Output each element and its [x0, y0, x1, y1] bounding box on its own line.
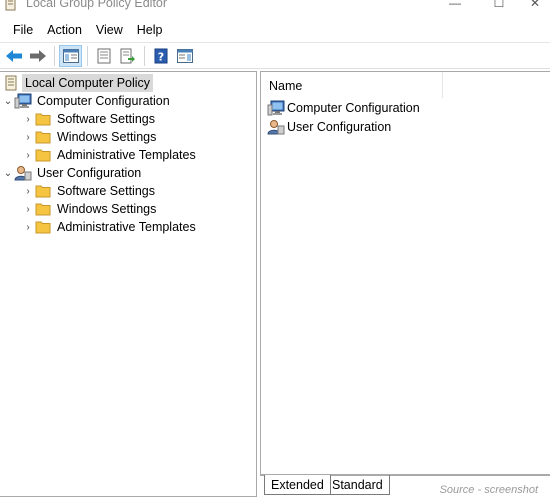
menu-view[interactable]: View: [89, 18, 130, 42]
toolbar-separator: [54, 45, 55, 66]
minimize-button[interactable]: —: [440, 0, 470, 12]
action-pane-button[interactable]: [173, 45, 196, 67]
tree-node-administrative-templates[interactable]: › Administrative Templates: [22, 218, 199, 236]
column-header-label: Name: [269, 79, 303, 93]
properties-icon: [97, 48, 110, 63]
back-icon: [5, 49, 22, 62]
tree-node-label: Software Settings: [57, 112, 155, 126]
export-list-icon: [120, 48, 135, 63]
folder-icon: [34, 129, 52, 145]
tree-node-label: Windows Settings: [57, 202, 157, 216]
user-icon: [14, 165, 32, 181]
tab-extended[interactable]: Extended: [264, 475, 331, 495]
tree-node-label: Computer Configuration: [37, 94, 170, 108]
tree-node-user-configuration[interactable]: ⌄ User Configuration: [2, 164, 144, 182]
show-hide-console-tree-button[interactable]: [59, 44, 82, 67]
toolbar: ?: [0, 42, 550, 69]
computer-icon: [267, 100, 285, 116]
tree-node-computer-configuration[interactable]: ⌄ Computer Configuration: [2, 92, 173, 110]
folder-icon: [34, 147, 52, 163]
svg-text:?: ?: [157, 50, 163, 63]
toolbar-separator: [144, 45, 145, 66]
chevron-right-icon[interactable]: ›: [22, 146, 34, 164]
details-list-pane[interactable]: Name Computer Configuration User Configu…: [260, 71, 550, 475]
tree-node-windows-settings[interactable]: › Windows Settings: [22, 128, 159, 146]
chevron-right-icon[interactable]: ›: [22, 128, 34, 146]
chevron-right-icon[interactable]: ›: [22, 110, 34, 128]
close-button[interactable]: ✕: [520, 0, 550, 12]
menu-help[interactable]: Help: [130, 18, 170, 42]
tab-standard[interactable]: Standard: [326, 475, 390, 495]
toolbar-separator: [87, 45, 88, 66]
list-item-computer-configuration[interactable]: Computer Configuration: [267, 99, 420, 117]
chevron-down-icon[interactable]: ⌄: [2, 92, 14, 110]
menu-bar: File Action View Help: [0, 18, 550, 42]
chevron-down-icon[interactable]: ⌄: [2, 164, 14, 182]
chevron-right-icon[interactable]: ›: [22, 200, 34, 218]
tree-node-software-settings[interactable]: › Software Settings: [22, 110, 158, 128]
folder-icon: [34, 111, 52, 127]
policy-document-icon: [2, 75, 20, 91]
help-icon: ?: [154, 48, 167, 63]
tree-node-label: Software Settings: [57, 184, 155, 198]
tree-node-label: User Configuration: [37, 166, 142, 180]
help-button[interactable]: ?: [149, 45, 172, 67]
menu-file[interactable]: File: [6, 18, 40, 42]
back-button[interactable]: [2, 45, 25, 67]
folder-icon: [34, 219, 52, 235]
maximize-button[interactable]: ☐: [484, 0, 514, 12]
show-hide-console-tree-icon: [62, 48, 79, 63]
tree-node-administrative-templates[interactable]: › Administrative Templates: [22, 146, 199, 164]
group-policy-app-icon: [4, 0, 18, 11]
tree-node-label: Windows Settings: [57, 130, 157, 144]
tree-node-label: Administrative Templates: [57, 220, 196, 234]
column-header-name[interactable]: Name: [261, 72, 443, 98]
folder-icon: [34, 201, 52, 217]
list-item-label: Computer Configuration: [287, 101, 420, 115]
tree-node-software-settings[interactable]: › Software Settings: [22, 182, 158, 200]
chevron-right-icon[interactable]: ›: [22, 182, 34, 200]
console-tree-pane[interactable]: Local Computer Policy ⌄ Computer Configu…: [0, 71, 257, 497]
source-watermark: Source - screenshot: [439, 484, 538, 496]
export-list-button[interactable]: [116, 45, 139, 67]
title-bar: Local Group Policy Editor — ☐ ✕: [0, 0, 550, 18]
action-pane-icon: [176, 48, 193, 63]
tree-node-label: Administrative Templates: [57, 148, 196, 162]
computer-icon: [14, 93, 32, 109]
chevron-right-icon[interactable]: ›: [22, 218, 34, 236]
list-item-user-configuration[interactable]: User Configuration: [267, 118, 391, 136]
tree-node-label: Local Computer Policy: [22, 74, 154, 92]
tree-node-windows-settings[interactable]: › Windows Settings: [22, 200, 159, 218]
folder-icon: [34, 183, 52, 199]
forward-button[interactable]: [26, 45, 49, 67]
list-item-label: User Configuration: [287, 120, 392, 134]
tree-node-local-computer-policy[interactable]: Local Computer Policy: [2, 74, 154, 92]
properties-button[interactable]: [92, 45, 115, 67]
window-title: Local Group Policy Editor: [26, 0, 168, 10]
forward-icon: [29, 49, 46, 62]
user-icon: [267, 119, 285, 135]
menu-action[interactable]: Action: [40, 18, 89, 42]
